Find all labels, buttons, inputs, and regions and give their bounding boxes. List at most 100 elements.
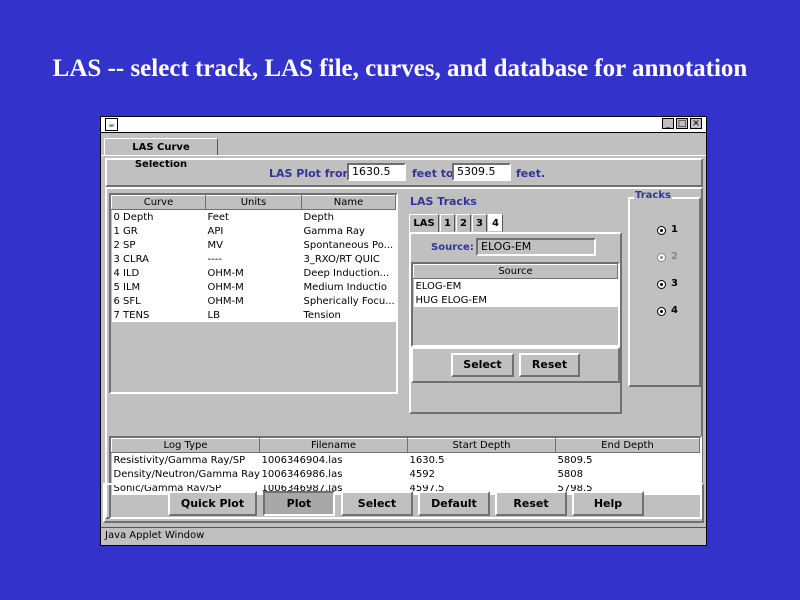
table-row[interactable]: 2 SP MV Spontaneous Po...	[111, 238, 396, 252]
cell: Density/Neutron/Gamma Ray	[111, 467, 260, 481]
cell: 6 SFL	[111, 294, 206, 308]
table-row[interactable]: 1 GR API Gamma Ray	[111, 224, 396, 238]
cell: OHM-M	[205, 280, 302, 294]
select-button[interactable]: Select	[341, 491, 413, 516]
tracks-label: Tracks	[634, 190, 672, 201]
track-1-label: 1	[671, 224, 678, 235]
files-header-start-depth[interactable]: Start Depth	[407, 438, 556, 453]
reset-button[interactable]: Reset	[495, 491, 567, 516]
cell: 3_RXO/RT QUIC	[301, 252, 396, 266]
source-list-pane: Source ELOG-EM HUG ELOG-EM	[411, 262, 620, 347]
window-titlebar[interactable]: ☕ _ □ ✕	[101, 117, 706, 133]
table-row[interactable]: 3 CLRA ---- 3_RXO/RT QUIC	[111, 252, 396, 266]
tab-track-3[interactable]: 3	[472, 214, 487, 232]
plot-unit-label: feet.	[516, 167, 546, 180]
cell: OHM-M	[205, 266, 302, 280]
track-4-radio[interactable]	[657, 307, 666, 316]
cell: Resistivity/Gamma Ray/SP	[111, 452, 260, 467]
tab-track-2[interactable]: 2	[456, 214, 471, 232]
track-3-radio[interactable]	[657, 280, 666, 289]
cell: Medium Inductio	[301, 280, 396, 294]
cell: 1006346986.las	[259, 467, 408, 481]
bottom-button-bar: Quick Plot Plot Select Default Reset Hel…	[103, 483, 704, 523]
maximize-button[interactable]: □	[676, 118, 688, 129]
cell: 5809.5	[555, 452, 700, 467]
applet-status-bar: Java Applet Window	[101, 527, 706, 545]
table-row[interactable]: 5 ILM OHM-M Medium Inductio	[111, 280, 396, 294]
cell: HUG ELOG-EM	[413, 293, 618, 307]
slide-title: LAS -- select track, LAS file, curves, a…	[52, 55, 748, 82]
track-2-label: 2	[671, 251, 678, 262]
source-label: Source:	[431, 242, 474, 253]
cell: 0 Depth	[111, 209, 206, 224]
default-button[interactable]: Default	[418, 491, 490, 516]
tracks-radio-group: Tracks 1 2 3 4	[628, 190, 701, 387]
tab-las-curve-selection[interactable]: LAS Curve Selection	[104, 138, 218, 170]
cell: Feet	[205, 209, 302, 224]
cell: Deep Induction...	[301, 266, 396, 280]
track-4-label: 4	[671, 305, 678, 316]
cell: 4592	[407, 467, 556, 481]
cell: 3 CLRA	[111, 252, 206, 266]
files-header-end-depth[interactable]: End Depth	[555, 438, 700, 453]
plot-from-field[interactable]: 1630.5	[347, 163, 406, 181]
tab-track-1[interactable]: 1	[440, 214, 455, 232]
source-button-bar: Select Reset	[411, 347, 620, 383]
cell: Spherically Focu...	[301, 294, 396, 308]
list-item[interactable]: ELOG-EM	[413, 278, 618, 293]
applet-window: ☕ _ □ ✕ LAS Curve Selection LAS Plot fro…	[100, 116, 707, 546]
cell: ELOG-EM	[413, 278, 618, 293]
files-header-log-type[interactable]: Log Type	[111, 438, 260, 453]
track-3-label: 3	[671, 278, 678, 289]
tab-track-4[interactable]: 4	[488, 214, 503, 232]
cell: 1006346904.las	[259, 452, 408, 467]
cell: 1 GR	[111, 224, 206, 238]
cell: Spontaneous Po...	[301, 238, 396, 252]
source-list-header[interactable]: Source	[413, 264, 618, 279]
plot-to-field[interactable]: 5309.5	[452, 163, 511, 181]
table-row[interactable]: Density/Neutron/Gamma Ray 1006346986.las 4…	[111, 467, 700, 481]
tab-las[interactable]: LAS	[409, 214, 439, 232]
plot-range-bar: LAS Plot from 1630.5 feet to 5309.5 feet…	[105, 158, 703, 187]
track-1-radio[interactable]	[657, 226, 666, 235]
list-item[interactable]: HUG ELOG-EM	[413, 293, 618, 307]
cell: MV	[205, 238, 302, 252]
cell: Gamma Ray	[301, 224, 396, 238]
curves-header-units[interactable]: Units	[205, 195, 302, 210]
cell: ----	[205, 252, 302, 266]
curves-header-curve[interactable]: Curve	[111, 195, 206, 210]
track-2-radio[interactable]	[657, 253, 666, 262]
curves-table-pane: Curve Units Name 0 Depth Feet Depth 1 GR AP…	[109, 193, 398, 394]
help-button[interactable]: Help	[572, 491, 644, 516]
cell: 5808	[555, 467, 700, 481]
cell: LB	[205, 308, 302, 322]
table-row[interactable]: Resistivity/Gamma Ray/SP 1006346904.las 16…	[111, 452, 700, 467]
plot-button[interactable]: Plot	[263, 491, 335, 516]
minimize-button[interactable]: _	[662, 118, 674, 129]
table-row[interactable]: 4 ILD OHM-M Deep Induction...	[111, 266, 396, 280]
cell: OHM-M	[205, 294, 302, 308]
source-field[interactable]: ELOG-EM	[476, 238, 596, 256]
close-button[interactable]: ✕	[690, 118, 702, 129]
table-row[interactable]: 7 TENS LB Tension	[111, 308, 396, 322]
cell: API	[205, 224, 302, 238]
tab-panel: LAS Plot from 1630.5 feet to 5309.5 feet…	[101, 155, 706, 522]
cell: 5 ILM	[111, 280, 206, 294]
cell: Tension	[301, 308, 396, 322]
table-row[interactable]: 6 SFL OHM-M Spherically Focu...	[111, 294, 396, 308]
cell: 7 TENS	[111, 308, 206, 322]
las-tracks-label: LAS Tracks	[410, 195, 477, 208]
reset-source-button[interactable]: Reset	[519, 353, 580, 377]
cell: 2 SP	[111, 238, 206, 252]
quick-plot-button[interactable]: Quick Plot	[168, 491, 257, 516]
cell: 4 ILD	[111, 266, 206, 280]
java-cup-icon: ☕	[105, 118, 118, 131]
curves-header-name[interactable]: Name	[301, 195, 396, 210]
table-row[interactable]: 0 Depth Feet Depth	[111, 209, 396, 224]
files-header-filename[interactable]: Filename	[259, 438, 408, 453]
source-list: Source ELOG-EM HUG ELOG-EM	[413, 264, 618, 307]
cell: 1630.5	[407, 452, 556, 467]
select-source-button[interactable]: Select	[451, 353, 514, 377]
cell: Depth	[301, 209, 396, 224]
plot-to-label: feet to	[412, 167, 454, 180]
